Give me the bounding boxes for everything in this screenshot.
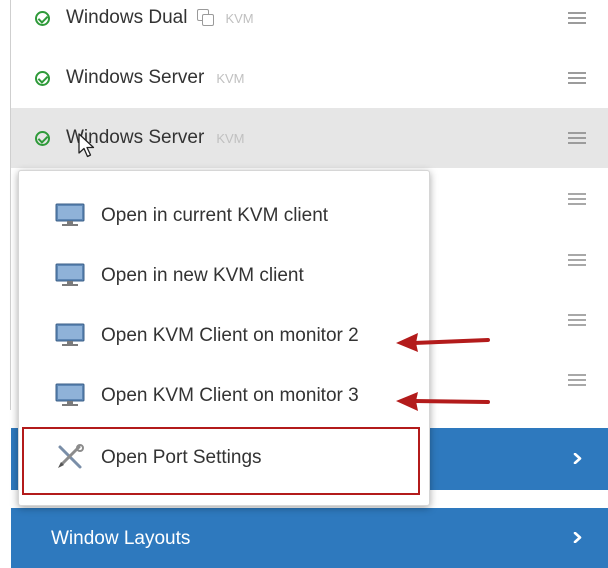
monitor-icon — [55, 383, 85, 406]
dual-monitor-icon — [197, 9, 215, 26]
menu-icon[interactable] — [568, 314, 586, 327]
monitor-icon — [55, 323, 85, 346]
status-online-icon — [35, 70, 50, 86]
status-online-icon — [35, 130, 50, 146]
port-label: Windows Dual — [66, 7, 188, 28]
mouse-cursor-icon — [78, 133, 95, 158]
chevron-right-icon — [573, 532, 582, 543]
port-label: Windows Server — [66, 67, 205, 88]
annotation-arrow-icon — [396, 392, 490, 411]
annotation-highlight-box — [22, 427, 420, 495]
menu-icon[interactable] — [568, 193, 586, 206]
monitor-icon — [55, 203, 85, 226]
port-type-tag: KVM — [216, 131, 245, 146]
menu-icon[interactable] — [568, 11, 586, 25]
menu-item-open-monitor-3[interactable]: Open KVM Client on monitor 3 — [19, 365, 429, 425]
port-row-windows-dual[interactable]: Windows Dual KVM — [11, 0, 608, 48]
monitor-icon — [55, 263, 85, 286]
window-layouts-bar[interactable]: Window Layouts — [11, 508, 608, 568]
menu-icon[interactable] — [568, 254, 586, 267]
menu-item-label: Open in current KVM client — [101, 205, 329, 226]
menu-item-open-current-kvm[interactable]: Open in current KVM client — [19, 185, 429, 245]
menu-item-label: Open in new KVM client — [101, 265, 304, 286]
port-row-windows-server[interactable]: Windows Server KVM — [11, 48, 608, 108]
port-type-tag: KVM — [225, 11, 254, 26]
annotation-arrow-icon — [396, 333, 490, 352]
port-row-windows-server-hovered[interactable]: Windows Server KVM — [11, 108, 608, 168]
menu-icon[interactable] — [568, 131, 586, 145]
port-type-tag: KVM — [216, 71, 245, 86]
chevron-right-icon — [573, 453, 582, 464]
status-online-icon — [35, 10, 50, 26]
menu-item-open-new-kvm[interactable]: Open in new KVM client — [19, 245, 429, 305]
menu-icon[interactable] — [568, 374, 586, 387]
menu-icon[interactable] — [568, 71, 586, 85]
window-layouts-label: Window Layouts — [51, 528, 191, 549]
menu-item-open-monitor-2[interactable]: Open KVM Client on monitor 2 — [19, 305, 429, 365]
menu-item-label: Open KVM Client on monitor 2 — [101, 325, 359, 346]
menu-item-label: Open KVM Client on monitor 3 — [101, 385, 359, 406]
